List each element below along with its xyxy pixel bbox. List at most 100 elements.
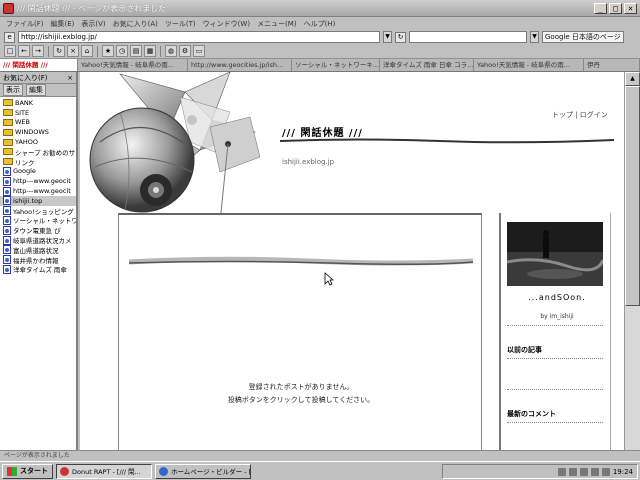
favorite-item[interactable]: 福井県かわ情報: [0, 255, 76, 265]
favorite-item[interactable]: SITE: [0, 108, 76, 118]
back-icon[interactable]: ←: [18, 45, 30, 57]
web-page-icon: [3, 196, 11, 206]
forward-icon[interactable]: →: [32, 45, 44, 57]
scroll-up-icon[interactable]: ▲: [625, 72, 640, 86]
favorite-item[interactable]: ishijii.top: [0, 195, 76, 206]
tab-umbrella-times[interactable]: 洋傘タイムズ 雨傘 日傘 コラ...: [380, 59, 474, 71]
profile-author[interactable]: by im_ishiji: [501, 313, 613, 320]
blog-title: /// 閑話休題 ///: [282, 128, 363, 139]
maximize-button[interactable]: □: [609, 2, 622, 14]
tab-yahoo-weather-2[interactable]: Yahoo!天気情報 - 岐阜県の雨...: [474, 59, 584, 71]
favorite-item[interactable]: WEB: [0, 118, 76, 128]
empty-posts-message: 登録されたポストがありません。 投稿ボタンをクリックして投稿してください。: [119, 381, 483, 407]
window-title: /// 閑話休題 /// - ページが表示されました: [17, 3, 167, 13]
menu-file[interactable]: ファイル(F): [4, 19, 46, 29]
search-dropdown-icon[interactable]: ▼: [530, 31, 539, 43]
favorite-item[interactable]: 岐阜県道路状況カメ: [0, 235, 76, 245]
tray-clock[interactable]: 19:24: [613, 468, 633, 476]
tab-yahoo-weather[interactable]: Yahoo!天気情報 - 岐阜県の雨...: [78, 59, 188, 71]
favorite-item-label: ソーシャル・ネットワ: [13, 217, 76, 226]
taskbar-item-donut[interactable]: Donut RAPT - [/// 閑...: [56, 463, 152, 479]
tray-ime-icon[interactable]: [590, 467, 599, 476]
history-icon[interactable]: ◷: [116, 45, 128, 57]
window-titlebar[interactable]: /// 閑話休題 /// - ページが表示されました _ □ ×: [0, 0, 640, 17]
tray-app-icon[interactable]: [601, 467, 610, 476]
new-document-icon[interactable]: □: [4, 45, 16, 57]
favorite-item[interactable]: WINDOWS: [0, 127, 76, 137]
nav-links[interactable]: トップ | ログイン: [552, 110, 608, 120]
menu-view[interactable]: 表示(V): [79, 19, 107, 29]
favorite-item[interactable]: ソーシャル・ネットワ: [0, 215, 76, 226]
taskbar-item-label: ホームページ・ビルダー - [...: [171, 468, 251, 476]
menu-help[interactable]: ヘルプ(H): [302, 19, 338, 29]
favorite-item[interactable]: Yahoo!ショッピング: [0, 206, 76, 216]
close-button[interactable]: ×: [624, 2, 637, 14]
favorite-item[interactable]: Google: [0, 166, 76, 177]
sidebar-close-icon[interactable]: ×: [67, 74, 73, 82]
favorite-item[interactable]: 洋傘タイムズ 雨傘: [0, 264, 76, 274]
refresh-icon[interactable]: ↻: [53, 45, 65, 57]
favorites-icon[interactable]: ★: [102, 45, 114, 57]
menu-edit[interactable]: 編集(E): [49, 19, 77, 29]
status-bar: ページが表示されました: [0, 450, 640, 461]
menu-menu[interactable]: メニュー(M): [255, 19, 299, 29]
url-dropdown-icon[interactable]: ▼: [383, 31, 392, 43]
menu-window[interactable]: ウィンドウ(W): [201, 19, 252, 29]
window-list-icon[interactable]: ▦: [144, 45, 156, 57]
favorite-item-label: WEB: [15, 118, 30, 127]
minimize-button[interactable]: _: [594, 2, 607, 14]
favorite-item-label: シャープ お勧めのサ: [15, 148, 76, 157]
vertical-scrollbar[interactable]: ▲: [624, 72, 640, 450]
profile-photo[interactable]: [507, 222, 603, 286]
start-button[interactable]: スタート: [2, 463, 53, 479]
favorite-item-label: 福井県かわ情報: [13, 256, 59, 265]
folder-icon: [3, 158, 13, 166]
stop-icon[interactable]: ×: [67, 45, 79, 57]
favorite-item-label: ishijii.top: [13, 196, 43, 205]
tray-volume-icon[interactable]: [568, 467, 577, 476]
folder-icon[interactable]: ▭: [193, 45, 205, 57]
menu-favorites[interactable]: お気に入り(A): [111, 19, 160, 29]
profile-divider: [507, 325, 603, 326]
favorite-item[interactable]: http---www.geocit: [0, 176, 76, 186]
tab-social-network[interactable]: ソーシャル・ネットワーキ...: [292, 59, 380, 71]
favorite-item[interactable]: http---www.geocit: [0, 186, 76, 196]
print-icon[interactable]: ▤: [130, 45, 142, 57]
go-icon[interactable]: ↻: [395, 31, 406, 43]
favorite-item[interactable]: シャープ お勧めのサ: [0, 147, 76, 157]
folder-icon: [3, 148, 13, 156]
favorite-item[interactable]: 富山県道路状況: [0, 245, 76, 255]
favorite-item-label: 岐阜県道路状況カメ: [13, 237, 72, 245]
search-input[interactable]: [409, 31, 527, 43]
blog-url[interactable]: ishijii.exblog.jp: [282, 158, 334, 166]
favorite-item[interactable]: YAHOO: [0, 137, 76, 147]
web-page-icon: [3, 264, 11, 274]
favorite-item[interactable]: タウン電東急 ぴ: [0, 225, 76, 235]
tab-geocities[interactable]: http://www.geocities.jp/ish...: [188, 59, 292, 71]
sidebar-title: お気に入り(F): [3, 73, 48, 82]
settings-icon[interactable]: ⚙: [179, 45, 191, 57]
taskbar-item-homepage-builder[interactable]: ホームページ・ビルダー - [...: [155, 463, 251, 479]
toolbar-divider: [160, 45, 161, 57]
toolbar-divider: [48, 45, 49, 57]
favorite-item[interactable]: リンク: [0, 157, 76, 167]
folder-icon: [3, 128, 13, 136]
sidebar-edit-button[interactable]: 編集: [26, 84, 46, 96]
page-icon: e: [4, 31, 15, 43]
tab-blog[interactable]: /// 閑話休題 ///: [0, 59, 78, 71]
scroll-thumb[interactable]: [625, 86, 640, 306]
sidebar-view-button[interactable]: 表示: [3, 84, 23, 96]
sidebar-header: お気に入り(F) ×: [0, 72, 76, 84]
url-input[interactable]: http://ishijii.exblog.jp/: [18, 31, 380, 43]
tray-network-icon[interactable]: [557, 467, 566, 476]
tray-antivirus-icon[interactable]: [579, 467, 588, 476]
globe-icon[interactable]: ◍: [165, 45, 177, 57]
favorite-item[interactable]: BANK: [0, 98, 76, 108]
favorite-item-label: Yahoo!ショッピング: [13, 207, 74, 216]
favorite-item-label: WINDOWS: [15, 128, 49, 137]
menu-tools[interactable]: ツール(T): [163, 19, 198, 29]
home-icon[interactable]: ⌂: [81, 45, 93, 57]
search-engine-label: Google 日本語のページ: [545, 33, 621, 41]
search-engine-select[interactable]: Google 日本語のページ: [542, 31, 624, 43]
tab-itami[interactable]: 伊丹: [584, 59, 640, 71]
